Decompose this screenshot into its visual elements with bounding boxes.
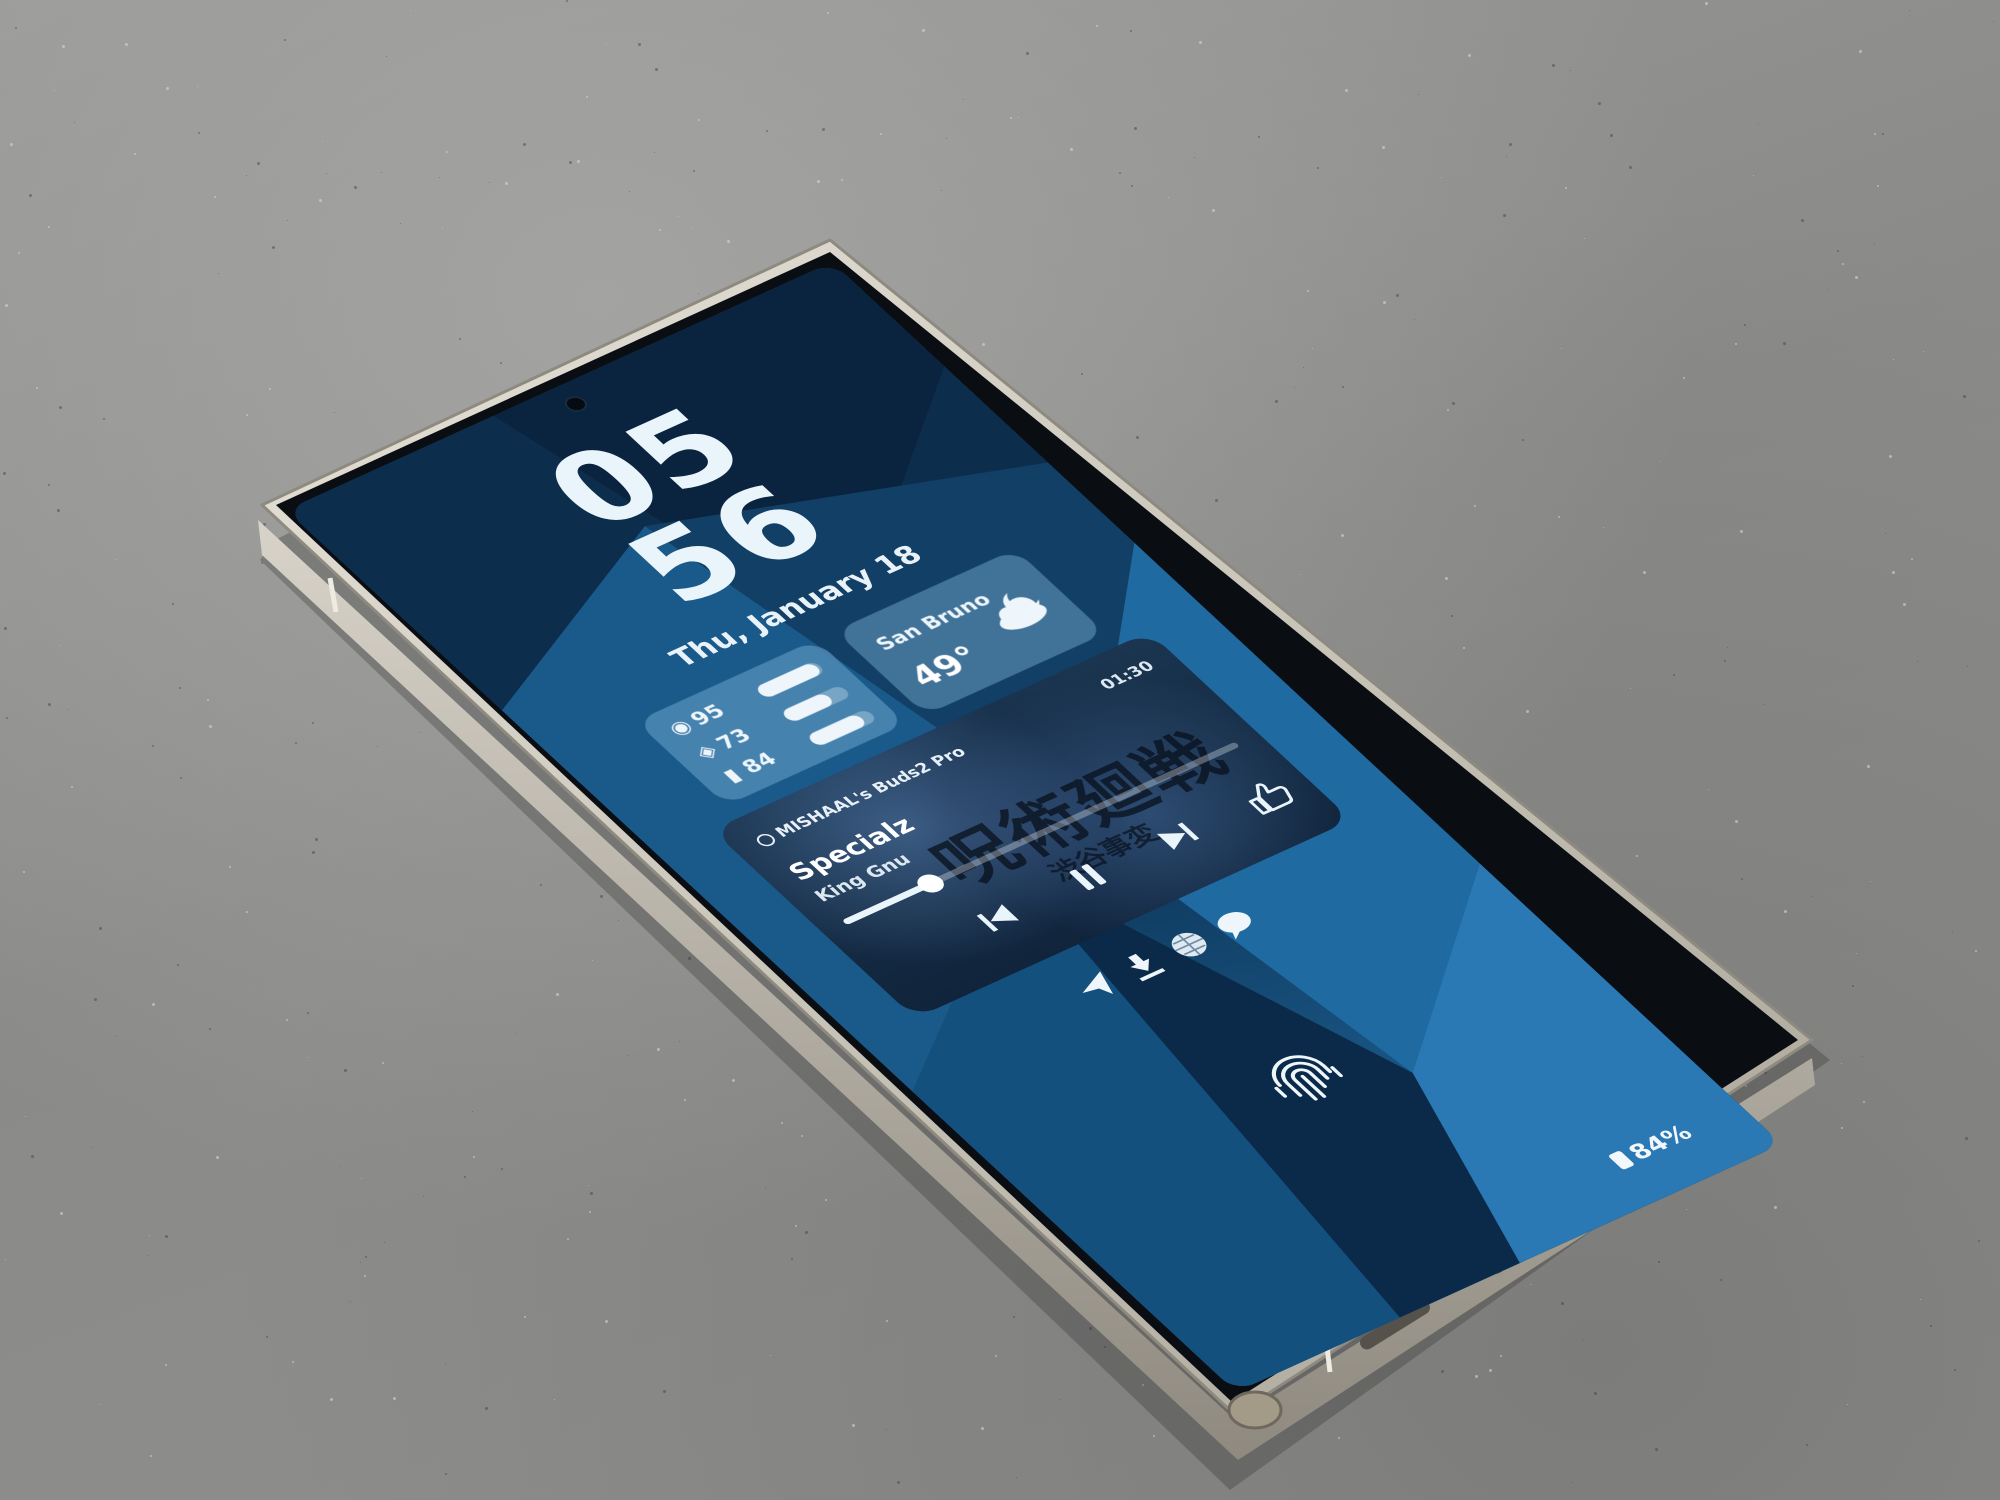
cloudy-night-icon: [998, 593, 1047, 630]
battery-level-bar: [805, 708, 879, 748]
weather-temperature: 49°: [900, 639, 991, 694]
s-pen-tip[interactable]: [1227, 1390, 1283, 1430]
battery-level-bar: [754, 660, 827, 700]
battery-level-bar: [779, 684, 853, 724]
